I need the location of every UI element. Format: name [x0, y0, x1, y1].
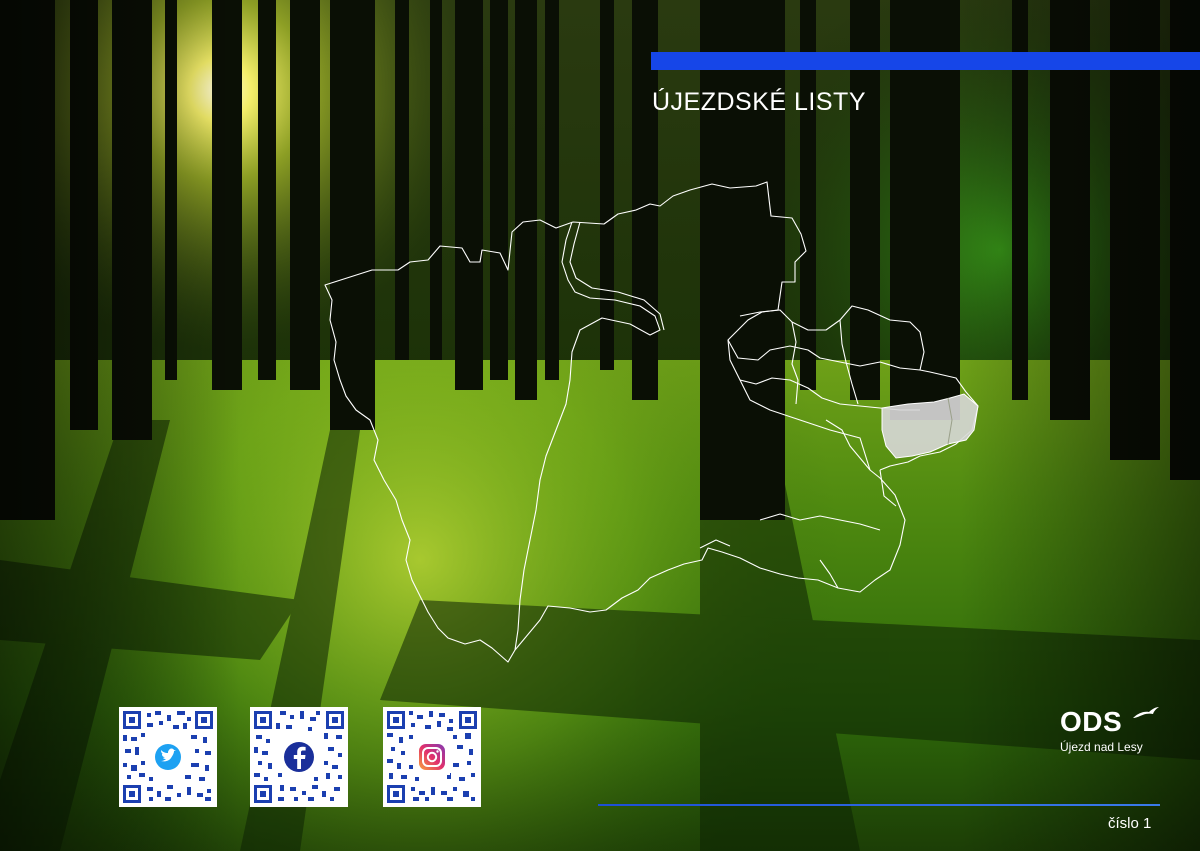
- issue-number: číslo 1: [1108, 815, 1152, 832]
- twitter-qr-code[interactable]: [119, 707, 217, 807]
- map-district-boundary: [791, 321, 799, 405]
- logo-wordmark: ODS: [1060, 706, 1123, 737]
- map-highlighted-area-ujezd-nad-lesy: [881, 393, 979, 459]
- map-district-boundary: [879, 469, 897, 507]
- map-western-district-outline: [324, 181, 906, 663]
- map-district-boundary: [825, 419, 871, 471]
- bottom-divider: [598, 804, 1160, 806]
- facebook-qr-code[interactable]: [250, 707, 348, 807]
- instagram-qr-code[interactable]: [383, 707, 481, 807]
- map-district-boundary: [727, 339, 921, 371]
- map-district-boundary: [759, 513, 881, 531]
- map-district-boundary: [739, 377, 920, 411]
- map-district-boundary: [819, 559, 839, 589]
- logo-subtitle: Újezd nad Lesy: [1060, 740, 1143, 754]
- map-district-boundary: [699, 539, 731, 549]
- bird-icon: [1133, 707, 1159, 718]
- map-river-line: [569, 221, 665, 331]
- cover-page: ÚJEZDSKÉ LISTY ODS Újezd nad Lesy číslo …: [0, 0, 1200, 851]
- ods-logo: ODS Újezd nad Lesy: [1060, 706, 1170, 762]
- map-river-line: [514, 221, 661, 651]
